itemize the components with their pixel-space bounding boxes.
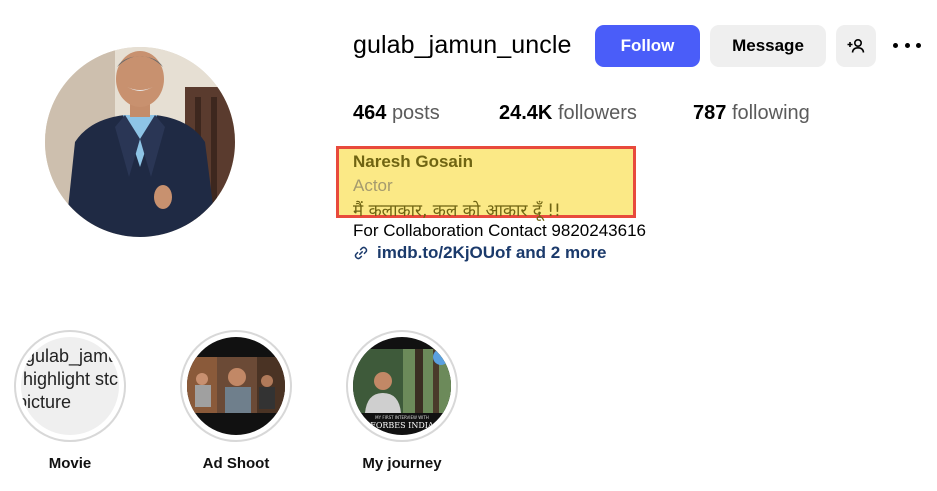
followers-label: followers xyxy=(557,102,637,124)
bio-full-name: Naresh Gosain xyxy=(353,152,473,171)
profile-avatar[interactable] xyxy=(45,47,235,237)
thumb-caption-brand: FORBES INDIA xyxy=(370,421,434,430)
highlight-my-journey[interactable]: MY FIRST INTERVIEW WITH FORBES INDIA My … xyxy=(346,330,458,472)
more-options-dot xyxy=(904,42,910,48)
add-user-icon xyxy=(847,38,865,53)
highlight-thumbnail xyxy=(187,337,285,435)
my-journey-thumbnail-image: MY FIRST INTERVIEW WITH FORBES INDIA xyxy=(353,337,451,435)
link-icon xyxy=(354,246,368,260)
more-options-button[interactable] xyxy=(893,36,921,54)
bio-link-text: imdb.to/2KjOUof and 2 more xyxy=(377,243,607,262)
bio-contact: For Collaboration Contact 9820243616 xyxy=(353,221,646,240)
highlight-thumbnail: gulab_jamu highlight stc picture xyxy=(21,337,119,435)
bio-category: Actor xyxy=(353,176,393,195)
highlight-label: My journey xyxy=(362,455,442,472)
thumb-caption: MY FIRST INTERVIEW WITH xyxy=(375,415,429,420)
following-label: following xyxy=(731,102,810,124)
more-options-dot xyxy=(916,42,921,48)
bio-tagline: मैं कलाकार, कल को आकार दूँ !! xyxy=(353,201,561,221)
posts-stat: 464 posts xyxy=(353,102,440,125)
highlight-ring[interactable]: MY FIRST INTERVIEW WITH FORBES INDIA xyxy=(346,330,458,442)
profile-username: gulab_jamun_uncle xyxy=(353,31,572,59)
followers-count: 24.4K xyxy=(499,102,553,124)
highlight-movie[interactable]: gulab_jamu highlight stc picture Movie xyxy=(14,330,126,472)
followers-stat[interactable]: 24.4K followers xyxy=(499,102,637,125)
highlight-label: Movie xyxy=(48,455,92,472)
bio-link[interactable]: imdb.to/2KjOUof and 2 more xyxy=(353,243,607,263)
highlight-thumbnail: MY FIRST INTERVIEW WITH FORBES INDIA xyxy=(353,337,451,435)
posts-count: 464 xyxy=(353,102,387,124)
avatar-image xyxy=(45,47,235,237)
following-stat[interactable]: 787 following xyxy=(693,102,810,125)
highlight-ad-shoot[interactable]: Ad Shoot xyxy=(180,330,292,472)
alt-line: highlight stc xyxy=(23,369,119,389)
alt-line: picture xyxy=(21,392,72,412)
ad-shoot-thumbnail-image xyxy=(187,337,285,435)
follow-button[interactable]: Follow xyxy=(595,25,700,67)
posts-label: posts xyxy=(391,102,440,124)
message-button[interactable]: Message xyxy=(710,25,826,67)
suggest-user-button[interactable] xyxy=(836,25,876,67)
highlight-ring[interactable]: gulab_jamu highlight stc picture xyxy=(14,330,126,442)
following-count: 787 xyxy=(693,102,727,124)
highlight-label: Ad Shoot xyxy=(202,455,270,472)
alt-line: gulab_jamu xyxy=(25,346,119,366)
highlight-ring[interactable] xyxy=(180,330,292,442)
more-options-icon xyxy=(893,42,898,48)
